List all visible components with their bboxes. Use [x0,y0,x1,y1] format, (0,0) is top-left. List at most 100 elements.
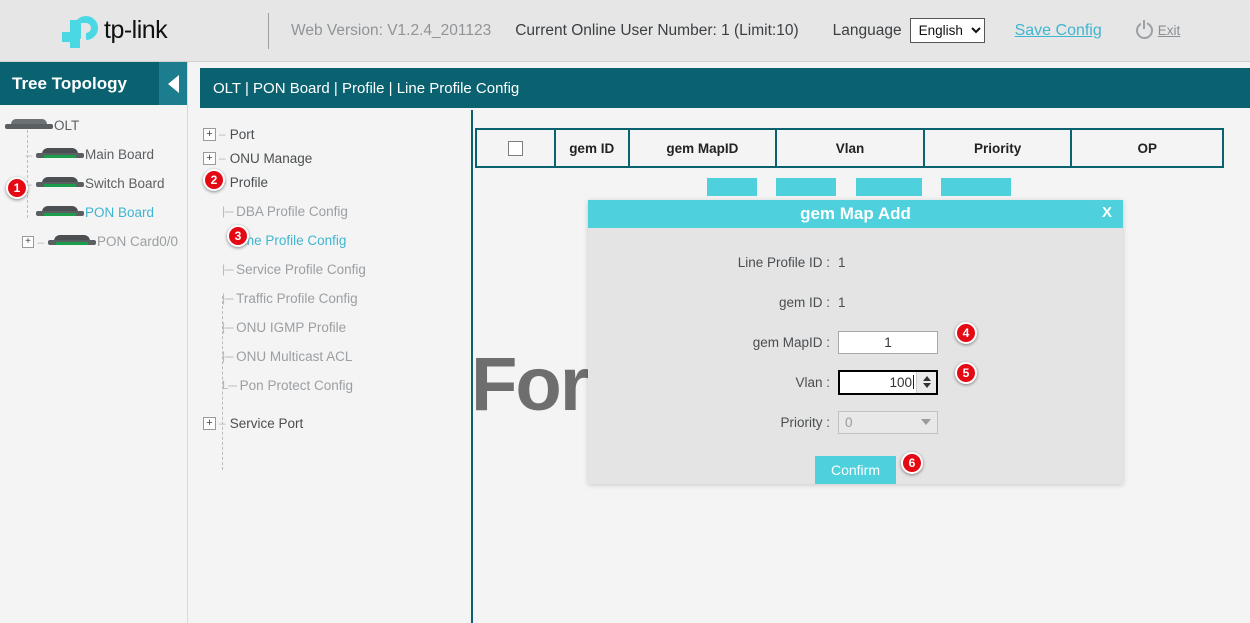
expand-plus-icon[interactable]: + [203,152,216,165]
device-icon [36,148,84,161]
navigation-menu-panel: + – Port + – ONU Manage - – Profile |---… [189,110,471,623]
tree-node-olt[interactable]: OLT [0,113,187,138]
device-icon [5,119,53,132]
step-badge-4: 4 [955,322,977,344]
vlan-input-value: 100 [840,375,913,390]
collapse-sidebar-button[interactable] [159,62,187,105]
stepper-up-icon[interactable] [923,376,931,381]
menu-branch-icon: |--- [222,262,233,276]
menu-item-label: DBA Profile Config [236,204,348,219]
menu-branch-icon: |--- [222,204,233,218]
priority-select-value: 0 [845,415,853,430]
exit-link[interactable]: Exit [1158,23,1181,38]
step-badge-1: 1 [6,177,28,199]
menu-branch-icon: |--- [222,291,233,305]
menu-item-label: Service Port [230,416,304,431]
menu-item-label: ONU Manage [230,151,313,166]
menu-item-profile[interactable]: - – Profile [189,170,471,194]
menu-item-service-port[interactable]: + – Service Port [189,411,471,435]
action-button-1[interactable] [707,178,757,196]
tree-node-pon-card[interactable]: + – PON Card0/0 [0,229,187,254]
table-header-vlan: Vlan [777,130,925,166]
tp-link-logo-icon [62,14,100,48]
expand-plus-icon[interactable]: + [22,236,34,248]
menu-item-service-profile-config[interactable]: |--- Service Profile Config [189,257,471,281]
gem-mapid-label: gem MapID : [588,335,838,350]
menu-branch-icon: – [219,127,226,141]
step-badge-5: 5 [955,362,977,384]
action-button-3[interactable] [856,178,922,196]
tree-node-switch-board[interactable]: – Switch Board [0,171,187,196]
select-all-checkbox[interactable] [508,141,523,156]
action-button-4[interactable] [941,178,1011,196]
gem-map-add-dialog: gem Map Add X Line Profile ID : 1 gem ID… [588,200,1123,484]
table-header-priority: Priority [925,130,1073,166]
tree-node-label: Main Board [85,147,154,162]
field-row-line-profile-id: Line Profile ID : 1 [588,242,1123,282]
close-icon[interactable]: X [1102,204,1112,221]
tree-topology-body: OLT – Main Board – Switch Board PON Boar… [0,105,187,254]
menu-item-onu-igmp-profile[interactable]: |--- ONU IGMP Profile [189,315,471,339]
table-header-op: OP [1072,130,1222,166]
line-profile-id-value: 1 [838,255,846,270]
brand-logo: tp-link [0,14,268,48]
online-user-count-label: Current Online User Number: 1 (Limit:10) [515,22,798,40]
tree-node-label: OLT [54,118,79,133]
chevron-down-icon [921,419,931,425]
menu-item-traffic-profile-config[interactable]: |--- Traffic Profile Config [189,286,471,310]
menu-item-label: Line Profile Config [236,233,346,248]
language-select[interactable]: English [910,18,985,43]
logo-text: tp-link [104,16,167,45]
expand-plus-icon[interactable]: + [203,128,216,141]
priority-select[interactable]: 0 [838,411,938,434]
breadcrumb-bar: OLT | PON Board | Profile | Line Profile… [200,68,1250,108]
tree-topology-header: Tree Topology [0,62,187,105]
tree-topology-panel: Tree Topology OLT – Main Board – Switch … [0,62,188,623]
menu-item-pon-protect-config[interactable]: L--- Pon Protect Config [189,373,471,397]
step-badge-6: 6 [901,452,923,474]
line-profile-id-label: Line Profile ID : [588,255,838,270]
table-header-gem-id: gem ID [556,130,630,166]
tree-branch-icon: – [34,235,48,249]
tree-node-pon-board[interactable]: PON Board [0,200,187,225]
confirm-button[interactable]: Confirm [815,456,896,484]
dialog-title-bar: gem Map Add X [588,200,1123,228]
exit-group[interactable]: Exit [1136,22,1181,39]
menu-item-label: Service Profile Config [236,262,366,277]
tree-node-label: Switch Board [85,176,165,191]
web-version-label: Web Version: V1.2.4_201123 [291,22,491,40]
device-icon [48,235,96,248]
menu-item-label: Profile [230,175,268,190]
menu-item-onu-multicast-acl[interactable]: |--- ONU Multicast ACL [189,344,471,368]
menu-item-label: Pon Protect Config [240,378,353,393]
vlan-stepper[interactable] [916,372,936,393]
tree-topology-title: Tree Topology [0,74,127,94]
save-config-link[interactable]: Save Config [1015,22,1102,40]
priority-label: Priority : [588,415,838,430]
action-button-2[interactable] [776,178,836,196]
menu-item-onu-manage[interactable]: + – ONU Manage [189,146,471,170]
vlan-label: Vlan : [588,375,838,390]
device-icon [36,177,84,190]
menu-item-port[interactable]: + – Port [189,122,471,146]
language-label: Language [833,22,902,40]
menu-item-label: ONU Multicast ACL [236,349,352,364]
tree-branch-icon: – [22,148,36,162]
tree-node-main-board[interactable]: – Main Board [0,142,187,167]
menu-branch-icon: – [219,151,226,165]
menu-item-label: Port [230,127,255,142]
field-row-vlan: Vlan : 100 [588,362,1123,402]
gem-map-table-header: gem ID gem MapID Vlan Priority OP [475,128,1224,168]
breadcrumb: OLT | PON Board | Profile | Line Profile… [200,80,519,97]
menu-item-dba-profile-config[interactable]: |--- DBA Profile Config [189,199,471,223]
expand-plus-icon[interactable]: + [203,417,216,430]
power-icon [1136,22,1153,39]
gem-mapid-input[interactable] [838,331,938,354]
step-badge-3: 3 [227,225,249,247]
vlan-input[interactable]: 100 [838,370,938,395]
field-row-gem-id: gem ID : 1 [588,282,1123,322]
stepper-down-icon[interactable] [923,383,931,388]
menu-item-label: ONU IGMP Profile [236,320,346,335]
table-header-select-all[interactable] [477,130,556,166]
menu-branch-icon: |--- [222,349,233,363]
